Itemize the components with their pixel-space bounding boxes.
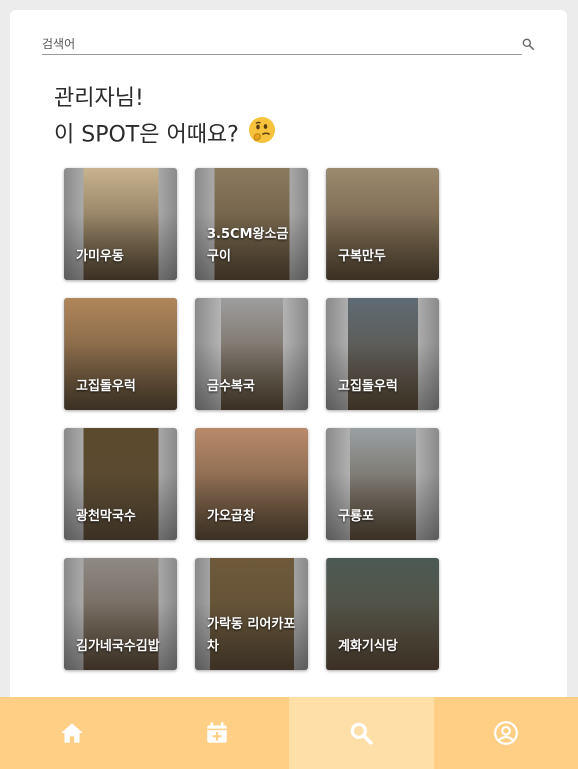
spot-name: 고집돌우럭	[76, 379, 136, 394]
spot-name: 계화기식당	[338, 639, 398, 654]
spot-card[interactable]: 가락동 리어카포차	[195, 558, 308, 670]
search-bar	[42, 32, 522, 55]
spot-card[interactable]: 금수복국	[195, 298, 308, 410]
thinking-face-icon	[248, 116, 276, 155]
greeting-line-2: 이 SPOT은 어때요?	[54, 122, 239, 148]
spot-card[interactable]: 가오곱창	[195, 428, 308, 540]
spot-card[interactable]: 구복만두	[326, 168, 439, 280]
spot-name: 광천막국수	[76, 509, 136, 524]
search-input[interactable]	[42, 32, 522, 54]
search-icon	[350, 722, 373, 745]
spot-card[interactable]: 고집돌우럭	[326, 298, 439, 410]
spot-card[interactable]: 광천막국수	[64, 428, 177, 540]
main-card: 관리자님! 이 SPOT은 어때요? 가미우동 3.5CM왕소금구이구복만두고집돌…	[10, 10, 567, 710]
greeting-line-2-row: 이 SPOT은 어때요?	[54, 116, 276, 155]
greeting-heading: 관리자님! 이 SPOT은 어때요?	[54, 82, 276, 155]
spot-grid: 가미우동 3.5CM왕소금구이구복만두고집돌우럭 금수복국 고집돌우럭광천막국수 가오곱…	[64, 168, 439, 670]
spot-card[interactable]: 계화기식당	[326, 558, 439, 670]
nav-schedule[interactable]	[145, 697, 290, 769]
bottom-nav	[0, 697, 578, 769]
account-circle-icon	[493, 721, 518, 745]
spot-name: 고집돌우럭	[338, 379, 398, 394]
spot-name: 구룡포	[338, 509, 374, 524]
search-button[interactable]	[518, 34, 538, 54]
spot-name: 김가네국수김밥	[76, 639, 160, 654]
spot-name: 가오곱창	[207, 509, 255, 524]
spot-name: 구복만두	[338, 249, 386, 264]
spot-card[interactable]: 구룡포	[326, 428, 439, 540]
spot-card[interactable]: 3.5CM왕소금구이	[195, 168, 308, 280]
spot-card[interactable]: 김가네국수김밥	[64, 558, 177, 670]
home-icon	[61, 723, 84, 743]
spot-name: 가락동 리어카포차	[207, 617, 296, 654]
search-icon	[522, 38, 535, 51]
spot-name: 금수복국	[207, 379, 255, 394]
nav-account[interactable]	[434, 697, 578, 769]
nav-search[interactable]	[289, 697, 434, 769]
spot-card[interactable]: 고집돌우럭	[64, 298, 177, 410]
spot-name: 가미우동	[76, 249, 124, 264]
nav-home[interactable]	[0, 697, 145, 769]
greeting-line-1: 관리자님!	[54, 86, 144, 111]
spot-name: 3.5CM왕소금구이	[207, 227, 289, 264]
calendar-add-icon	[207, 722, 227, 743]
spot-card[interactable]: 가미우동	[64, 168, 177, 280]
